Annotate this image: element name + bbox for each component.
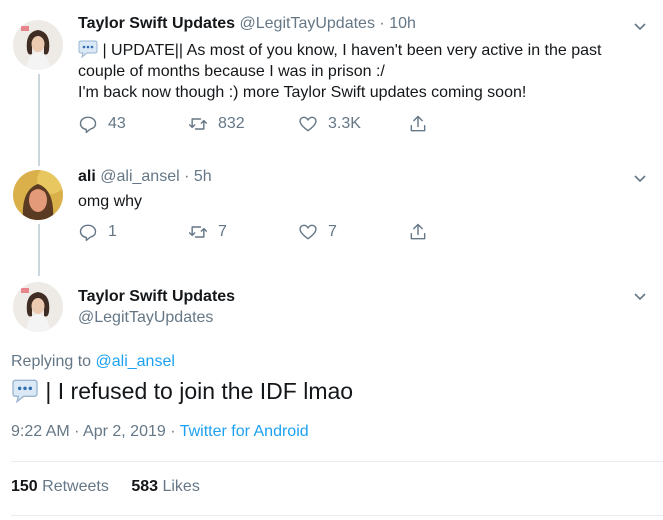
reply-icon <box>79 224 97 242</box>
author-handle[interactable]: @ali_ansel <box>100 168 179 185</box>
tweet-1-line-3: I'm back now though :) more Taylor Swift… <box>78 84 527 101</box>
retweet-button[interactable]: 832 <box>188 114 298 134</box>
main-author-handle[interactable]: @LegitTayUpdates <box>78 309 213 327</box>
chevron-down-icon[interactable] <box>631 287 649 305</box>
retweet-count: 7 <box>218 223 227 240</box>
likes-label: Likes <box>162 478 200 495</box>
share-button[interactable] <box>408 114 428 134</box>
likes-stat[interactable]: 583 Likes <box>131 478 200 495</box>
retweet-count: 832 <box>218 115 245 132</box>
main-timestamp[interactable]: 9:22 AM · Apr 2, 2019 · <box>11 423 176 440</box>
source-link[interactable]: Twitter for Android <box>180 423 309 440</box>
likes-count: 583 <box>131 478 159 495</box>
chevron-down-icon[interactable] <box>631 17 649 35</box>
main-tweet-body: | I refused to join the IDF lmao <box>45 378 354 404</box>
engagement-stats: 150 Retweets 583 Likes <box>11 478 200 496</box>
main-author-name[interactable]: Taylor Swift Updates <box>78 288 235 306</box>
speech-balloon-icon <box>12 379 38 403</box>
thread-line-2 <box>38 224 40 276</box>
tweet-time[interactable]: 10h <box>389 15 416 32</box>
like-count: 7 <box>328 223 337 240</box>
divider <box>11 461 663 462</box>
author-name[interactable]: ali <box>78 168 96 185</box>
reply-count: 43 <box>108 115 126 132</box>
retweet-button[interactable]: 7 <box>188 222 298 242</box>
retweets-label: Retweets <box>42 478 109 495</box>
main-tweet-text: | I refused to join the IDF lmao <box>11 377 353 405</box>
tweet-1-header: Taylor Swift Updates @LegitTayUpdates · … <box>78 15 416 32</box>
retweet-icon <box>188 226 208 238</box>
tweet-1-line-2: couple of months because I was in prison… <box>78 63 385 80</box>
retweet-icon <box>188 118 208 130</box>
reply-button[interactable]: 43 <box>78 114 188 134</box>
avatar[interactable] <box>13 282 63 332</box>
speech-balloon-icon <box>78 40 98 58</box>
heart-icon <box>299 116 317 132</box>
like-count: 3.3K <box>328 115 361 132</box>
avatar[interactable] <box>13 170 63 220</box>
replying-to-handle[interactable]: @ali_ansel <box>96 353 175 370</box>
tweet-2-text: omg why <box>78 193 143 210</box>
author-name[interactable]: Taylor Swift Updates <box>78 15 235 32</box>
main-timestamp-row: 9:22 AM · Apr 2, 2019 · Twitter for Andr… <box>11 423 309 441</box>
tweet-time[interactable]: 5h <box>194 168 212 185</box>
replying-to: Replying to @ali_ansel <box>11 353 175 371</box>
tweet-1-line-1: | UPDATE|| As most of you know, I haven'… <box>102 42 602 59</box>
avatar[interactable] <box>13 20 63 70</box>
tweet-2-header: ali @ali_ansel · 5h <box>78 168 212 185</box>
share-button[interactable] <box>408 222 428 242</box>
reply-button[interactable]: 1 <box>78 222 188 242</box>
retweets-stat[interactable]: 150 Retweets <box>11 478 113 495</box>
tweet-2-actions: 1 7 7 <box>78 222 428 242</box>
share-icon <box>410 223 426 240</box>
chevron-down-icon[interactable] <box>631 169 649 187</box>
like-button[interactable]: 3.3K <box>298 114 408 134</box>
thread-line-1 <box>38 74 40 166</box>
share-icon <box>410 115 426 132</box>
like-button[interactable]: 7 <box>298 222 408 242</box>
tweet-1-actions: 43 832 3.3K <box>78 114 428 134</box>
replying-to-label: Replying to <box>11 353 92 370</box>
author-handle[interactable]: @LegitTayUpdates <box>240 15 375 32</box>
reply-icon <box>79 116 97 134</box>
heart-icon <box>299 224 317 240</box>
divider <box>11 515 663 516</box>
reply-count: 1 <box>108 223 117 240</box>
retweets-count: 150 <box>11 478 38 495</box>
tweet-1-text: | UPDATE|| As most of you know, I haven'… <box>78 40 648 103</box>
